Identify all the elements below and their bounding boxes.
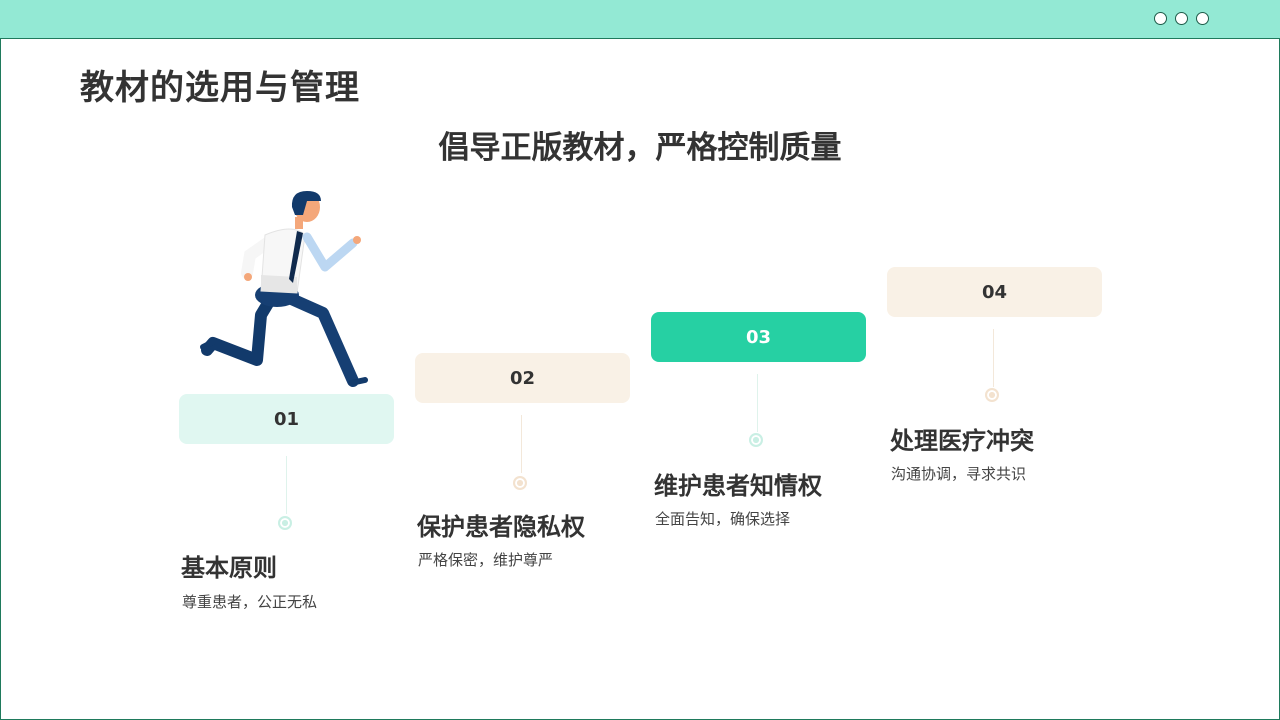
window-dot-icon [1154,12,1167,25]
step-number-box-02: 02 [415,353,630,403]
step-connector-04 [993,329,994,387]
page-title: 教材的选用与管理 [80,68,360,108]
step-title-01: 基本原则 [181,554,277,582]
step-marker-icon [513,476,527,490]
page-subtitle: 倡导正版教材，严格控制质量 [438,130,842,166]
step-number-box-01: 01 [179,394,394,444]
step-connector-02 [521,415,522,473]
step-connector-03 [757,374,758,432]
step-desc-02: 严格保密，维护尊严 [418,551,554,569]
step-marker-icon [278,516,292,530]
window-dot-icon [1175,12,1188,25]
step-title-04: 处理医疗冲突 [890,427,1034,455]
step-number-box-03: 03 [651,312,866,362]
step-title-03: 维护患者知情权 [654,472,822,500]
step-connector-01 [286,456,287,514]
window-dot-icon [1196,12,1209,25]
step-desc-04: 沟通协调，寻求共识 [891,465,1027,483]
top-bar [0,0,1280,39]
step-marker-icon [749,433,763,447]
step-title-02: 保护患者隐私权 [417,513,585,541]
step-number-box-04: 04 [887,267,1102,317]
running-man-icon [200,191,368,387]
step-desc-01: 尊重患者，公正无私 [182,593,318,611]
step-marker-icon [985,388,999,402]
step-desc-03: 全面告知，确保选择 [655,510,791,528]
